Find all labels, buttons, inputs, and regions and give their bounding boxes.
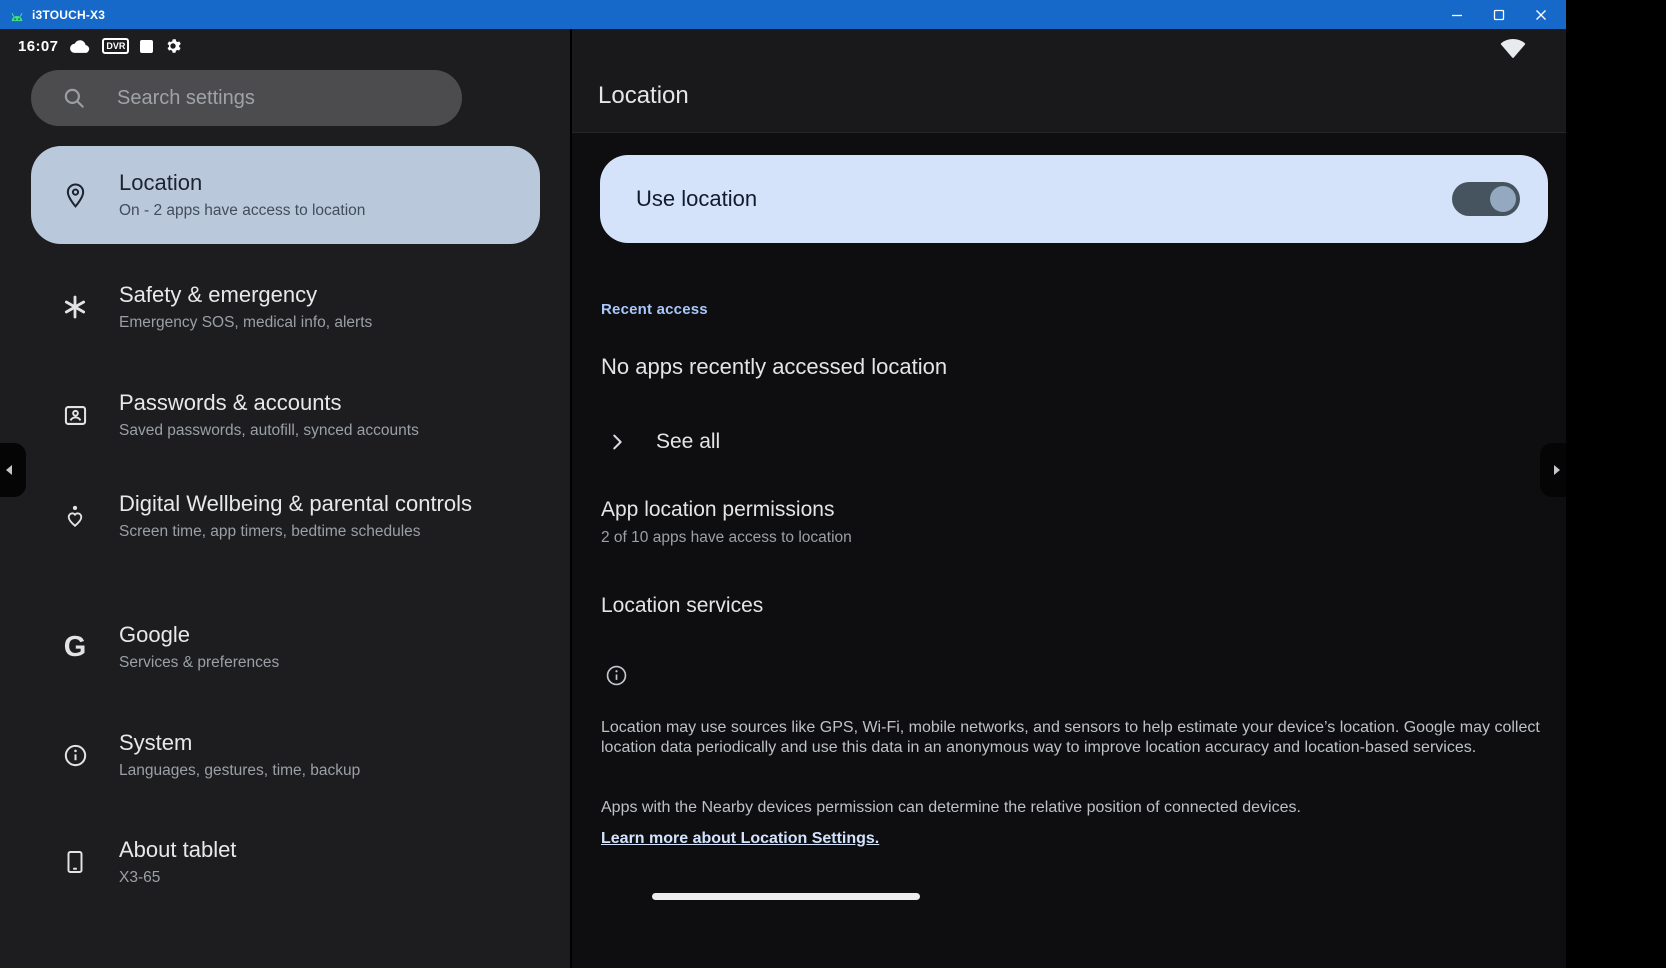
edge-pull-tab-left[interactable] — [0, 443, 26, 497]
window-title: i3TOUCH-X3 — [32, 8, 105, 22]
edge-pull-tab-right[interactable] — [1540, 443, 1566, 497]
see-all-label: See all — [656, 430, 720, 454]
close-icon — [1535, 9, 1547, 21]
maximize-button[interactable] — [1478, 0, 1520, 29]
use-location-label: Use location — [636, 186, 1452, 212]
tablet-icon — [31, 849, 119, 875]
sidebar-item-safety-emergency[interactable]: Safety & emergency Emergency SOS, medica… — [31, 280, 540, 334]
location-services-heading: Location services — [601, 594, 763, 618]
settings-sidebar: 16:07 DVR Location On - 2 apps have ac — [0, 29, 570, 968]
sidebar-item-subtitle: Services & preferences — [119, 652, 479, 674]
asterisk-icon — [31, 294, 119, 320]
sidebar-item-digital-wellbeing[interactable]: Digital Wellbeing & parental controls Sc… — [31, 489, 540, 543]
app-window: i3TOUCH-X3 16:07 DVR — [0, 0, 1566, 968]
use-location-toggle[interactable] — [1452, 182, 1520, 216]
wifi-icon — [1500, 36, 1526, 63]
sidebar-item-label: About tablet — [119, 835, 479, 864]
sidebar-item-label: Safety & emergency — [119, 280, 479, 309]
cloud-icon — [69, 38, 91, 54]
use-location-row[interactable]: Use location — [600, 155, 1548, 243]
wellbeing-icon — [31, 503, 119, 529]
location-settings-pane: Location Use location Recent access No a… — [570, 29, 1566, 968]
screenshot-icon — [140, 40, 153, 53]
android-app-icon — [8, 7, 26, 23]
search-input[interactable] — [117, 87, 417, 110]
sidebar-item-label: Google — [119, 620, 479, 649]
info-circle-icon — [31, 742, 119, 769]
sidebar-item-google[interactable]: G Google Services & preferences — [31, 620, 540, 674]
app-location-permissions-subtitle: 2 of 10 apps have access to location — [601, 529, 852, 547]
app-location-permissions-title: App location permissions — [601, 498, 852, 522]
status-clock: 16:07 — [18, 38, 58, 55]
sidebar-item-subtitle: Emergency SOS, medical info, alerts — [119, 312, 479, 334]
minimize-icon — [1451, 9, 1463, 21]
triangle-right-icon — [1552, 463, 1562, 477]
sidebar-item-subtitle: On - 2 apps have access to location — [119, 200, 479, 222]
sidebar-item-label: Passwords & accounts — [119, 388, 479, 417]
android-status-bar: 16:07 DVR — [18, 34, 182, 58]
location-pin-icon — [31, 182, 119, 209]
nearby-devices-paragraph: Apps with the Nearby devices permission … — [601, 798, 1551, 818]
desktop: { "window": { "title": "i3TOUCH-X3" }, "… — [0, 0, 1666, 968]
search-icon — [61, 85, 87, 111]
sidebar-item-subtitle: X3-65 — [119, 867, 479, 889]
no-recent-access-message: No apps recently accessed location — [601, 354, 947, 380]
app-location-permissions-row[interactable]: App location permissions 2 of 10 apps ha… — [601, 498, 852, 547]
window-controls — [1436, 0, 1562, 29]
minimize-button[interactable] — [1436, 0, 1478, 29]
sidebar-item-system[interactable]: System Languages, gestures, time, backup — [31, 728, 540, 782]
sidebar-item-label: Digital Wellbeing & parental controls — [119, 489, 479, 518]
triangle-left-icon — [4, 463, 14, 477]
info-icon — [604, 663, 629, 693]
learn-more-link[interactable]: Learn more about Location Settings. — [601, 830, 879, 848]
sidebar-item-passwords-accounts[interactable]: Passwords & accounts Saved passwords, au… — [31, 388, 540, 442]
maximize-icon — [1493, 9, 1505, 21]
navigation-handle[interactable] — [652, 893, 920, 900]
close-button[interactable] — [1520, 0, 1562, 29]
page-title: Location — [598, 82, 689, 110]
chevron-right-icon — [606, 431, 628, 453]
window-titlebar[interactable]: i3TOUCH-X3 — [0, 0, 1566, 29]
sidebar-item-location[interactable]: Location On - 2 apps have access to loca… — [31, 146, 540, 244]
sidebar-item-subtitle: Languages, gestures, time, backup — [119, 760, 479, 782]
see-all-row[interactable]: See all — [600, 425, 720, 459]
sidebar-item-about-tablet[interactable]: About tablet X3-65 — [31, 835, 540, 889]
sidebar-item-label: System — [119, 728, 479, 757]
contact-card-icon — [31, 402, 119, 429]
gear-icon — [164, 37, 182, 55]
location-disclaimer-paragraph: Location may use sources like GPS, Wi-Fi… — [601, 718, 1551, 758]
recent-access-section-label: Recent access — [601, 301, 708, 318]
dvr-badge-icon: DVR — [102, 38, 129, 54]
search-settings-field[interactable] — [31, 70, 462, 126]
sidebar-item-subtitle: Screen time, app timers, bedtime schedul… — [119, 521, 479, 543]
sidebar-item-subtitle: Saved passwords, autofill, synced accoun… — [119, 420, 479, 442]
content-header — [572, 29, 1566, 133]
toggle-knob — [1490, 186, 1516, 212]
sidebar-item-label: Location — [119, 168, 479, 197]
google-g-icon: G — [31, 633, 119, 661]
